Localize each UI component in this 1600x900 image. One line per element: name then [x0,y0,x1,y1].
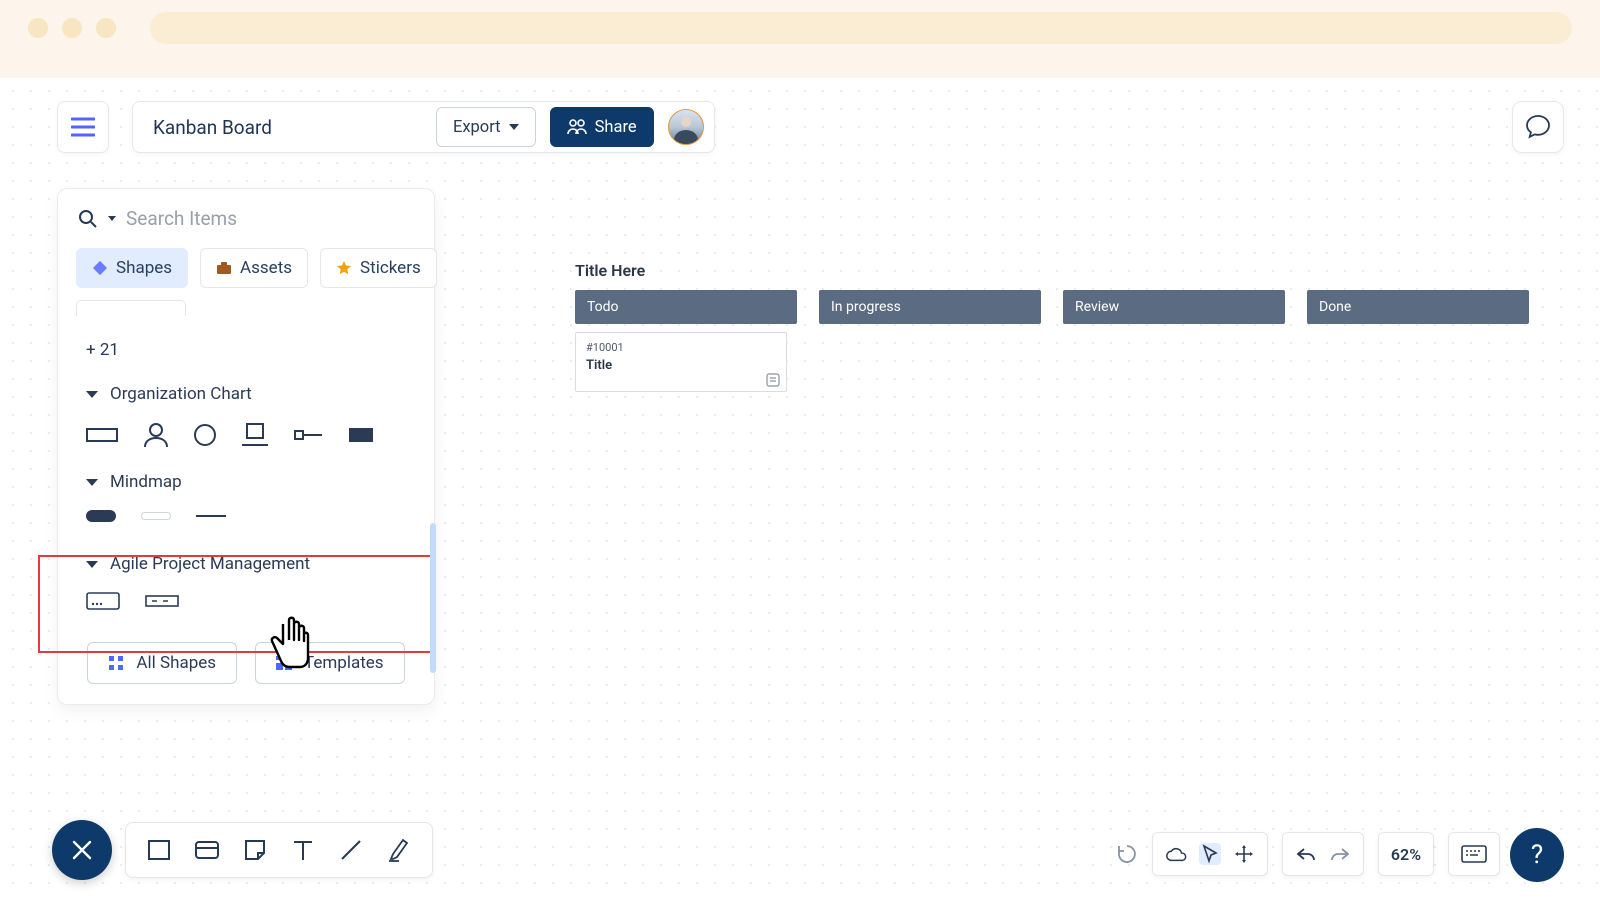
mindmap-shapes [86,510,406,522]
shape-pill-light[interactable] [141,512,171,520]
tool-rectangle[interactable] [146,837,172,863]
caret-down-icon [509,124,519,130]
people-icon [567,119,587,135]
close-tools-button[interactable] [52,820,112,880]
section-mindmap[interactable]: Mindmap [86,472,406,492]
comments-button[interactable] [1512,101,1564,153]
search-input[interactable] [126,207,414,230]
keyboard-icon [1461,845,1487,863]
keyboard-shortcuts-button[interactable] [1448,832,1500,876]
main-menu-button[interactable] [57,101,109,153]
shape-circle[interactable] [194,424,216,446]
undo-button[interactable] [1295,843,1317,865]
panel-scrollbar[interactable] [430,523,436,673]
browser-chrome [0,0,1600,56]
shape-rectangle[interactable] [86,428,118,442]
kanban-board[interactable]: Title Here Todo #10001 Title In progress… [575,261,1541,692]
tool-line[interactable] [338,837,364,863]
url-bar[interactable] [150,12,1572,44]
section-mind-label: Mindmap [110,472,182,492]
caret-down-icon [86,479,98,486]
kanban-column-header[interactable]: Review [1063,290,1285,324]
window-dot [96,18,116,38]
pointer-tool[interactable] [1199,843,1221,865]
tool-text[interactable] [290,837,316,863]
shape-line[interactable] [196,515,226,517]
search-icon [78,209,98,229]
org-chart-shapes [86,422,406,448]
highlight-box [38,555,434,653]
kanban-column-header[interactable]: In progress [819,290,1041,324]
kanban-column-header[interactable]: Todo [575,290,797,324]
draw-toolbar [125,822,433,878]
card-list-icon [766,373,780,387]
zoom-value: 62% [1391,845,1421,864]
kanban-column[interactable]: In progress [819,290,1041,692]
kanban-card[interactable]: #10001 Title [575,332,787,392]
shapes-grid-icon [108,655,124,671]
templates-label: Templates [304,653,384,673]
redo-button[interactable] [1329,843,1351,865]
tool-card[interactable] [194,837,220,863]
kanban-card-id: #10001 [586,341,776,354]
tab-assets-label: Assets [240,258,292,278]
kanban-title[interactable]: Title Here [575,261,1541,280]
shape-label[interactable] [294,429,324,441]
export-label: Export [453,118,501,137]
header-card: Kanban Board Export Share [132,101,715,153]
kanban-column[interactable]: Todo #10001 Title [575,290,797,692]
tab-stickers[interactable]: Stickers [320,248,437,288]
help-label: ? [1531,840,1543,870]
cloud-sync-icon[interactable] [1165,843,1187,865]
window-dot [28,18,48,38]
more-shapes-count[interactable]: + 21 [86,340,406,360]
section-org-chart[interactable]: Organization Chart [86,384,406,404]
shape-person[interactable] [143,422,169,448]
app-surface: Kanban Board Export Share Shapes Ass [0,78,1600,900]
star-icon [336,260,352,276]
tab-shapes[interactable]: Shapes [76,248,188,288]
all-shapes-label: All Shapes [136,653,216,673]
kanban-card-title: Title [586,358,776,373]
export-button[interactable]: Export [436,107,536,147]
section-org-label: Organization Chart [110,384,252,404]
close-icon [71,839,93,861]
view-toolbar: 62% [1116,832,1500,876]
history-icon[interactable] [1116,843,1138,865]
zoom-level[interactable]: 62% [1378,832,1434,876]
help-button[interactable]: ? [1510,828,1564,882]
tab-stickers-label: Stickers [360,258,421,278]
window-dot [62,18,82,38]
kanban-column-header[interactable]: Done [1307,290,1529,324]
share-button[interactable]: Share [550,107,654,147]
shape-filled-rect[interactable] [349,428,373,442]
diamond-icon [92,260,108,276]
shape-pill-dark[interactable] [86,510,116,522]
document-title[interactable]: Kanban Board [153,116,422,139]
briefcase-icon [216,261,232,275]
kanban-column[interactable]: Review [1063,290,1285,692]
shape-card[interactable] [241,423,269,447]
tool-highlighter[interactable] [386,837,412,863]
hamburger-icon [71,117,95,137]
caret-down-icon [86,391,98,398]
partial-item-peek [76,300,186,316]
avatar[interactable] [668,109,704,145]
chat-icon [1525,114,1551,140]
kanban-column[interactable]: Done [1307,290,1529,692]
tab-assets[interactable]: Assets [200,248,308,288]
tab-shapes-label: Shapes [116,258,172,278]
share-label: Share [595,118,637,137]
tool-sticky-note[interactable] [242,837,268,863]
pan-tool[interactable] [1233,843,1255,865]
caret-down-icon[interactable] [108,216,116,222]
templates-icon [276,656,292,670]
